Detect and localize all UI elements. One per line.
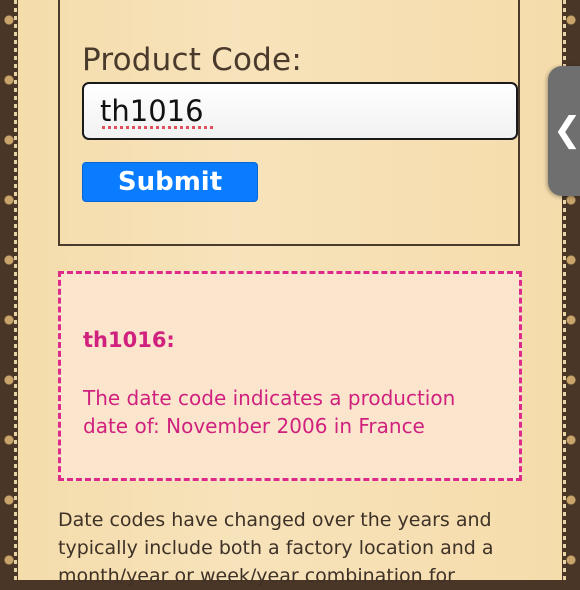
product-code-input[interactable] bbox=[82, 82, 518, 140]
result-panel: th1016: The date code indicates a produc… bbox=[58, 271, 522, 481]
result-code-heading: th1016: bbox=[83, 328, 175, 352]
product-code-label: Product Code: bbox=[82, 42, 302, 78]
result-message: The date code indicates a production dat… bbox=[83, 386, 456, 438]
side-drawer-tab[interactable]: ❮ bbox=[548, 66, 580, 196]
page-content: Product Code: Submit th1016: The date co… bbox=[18, 0, 562, 587]
chevron-left-icon: ❮ bbox=[553, 110, 580, 150]
left-dotted-edge bbox=[14, 0, 17, 580]
product-code-form: Product Code: Submit bbox=[58, 0, 520, 246]
spellcheck-underline bbox=[102, 126, 214, 129]
submit-button[interactable]: Submit bbox=[82, 162, 258, 202]
date-code-info-text: Date codes have changed over the years a… bbox=[58, 509, 494, 587]
